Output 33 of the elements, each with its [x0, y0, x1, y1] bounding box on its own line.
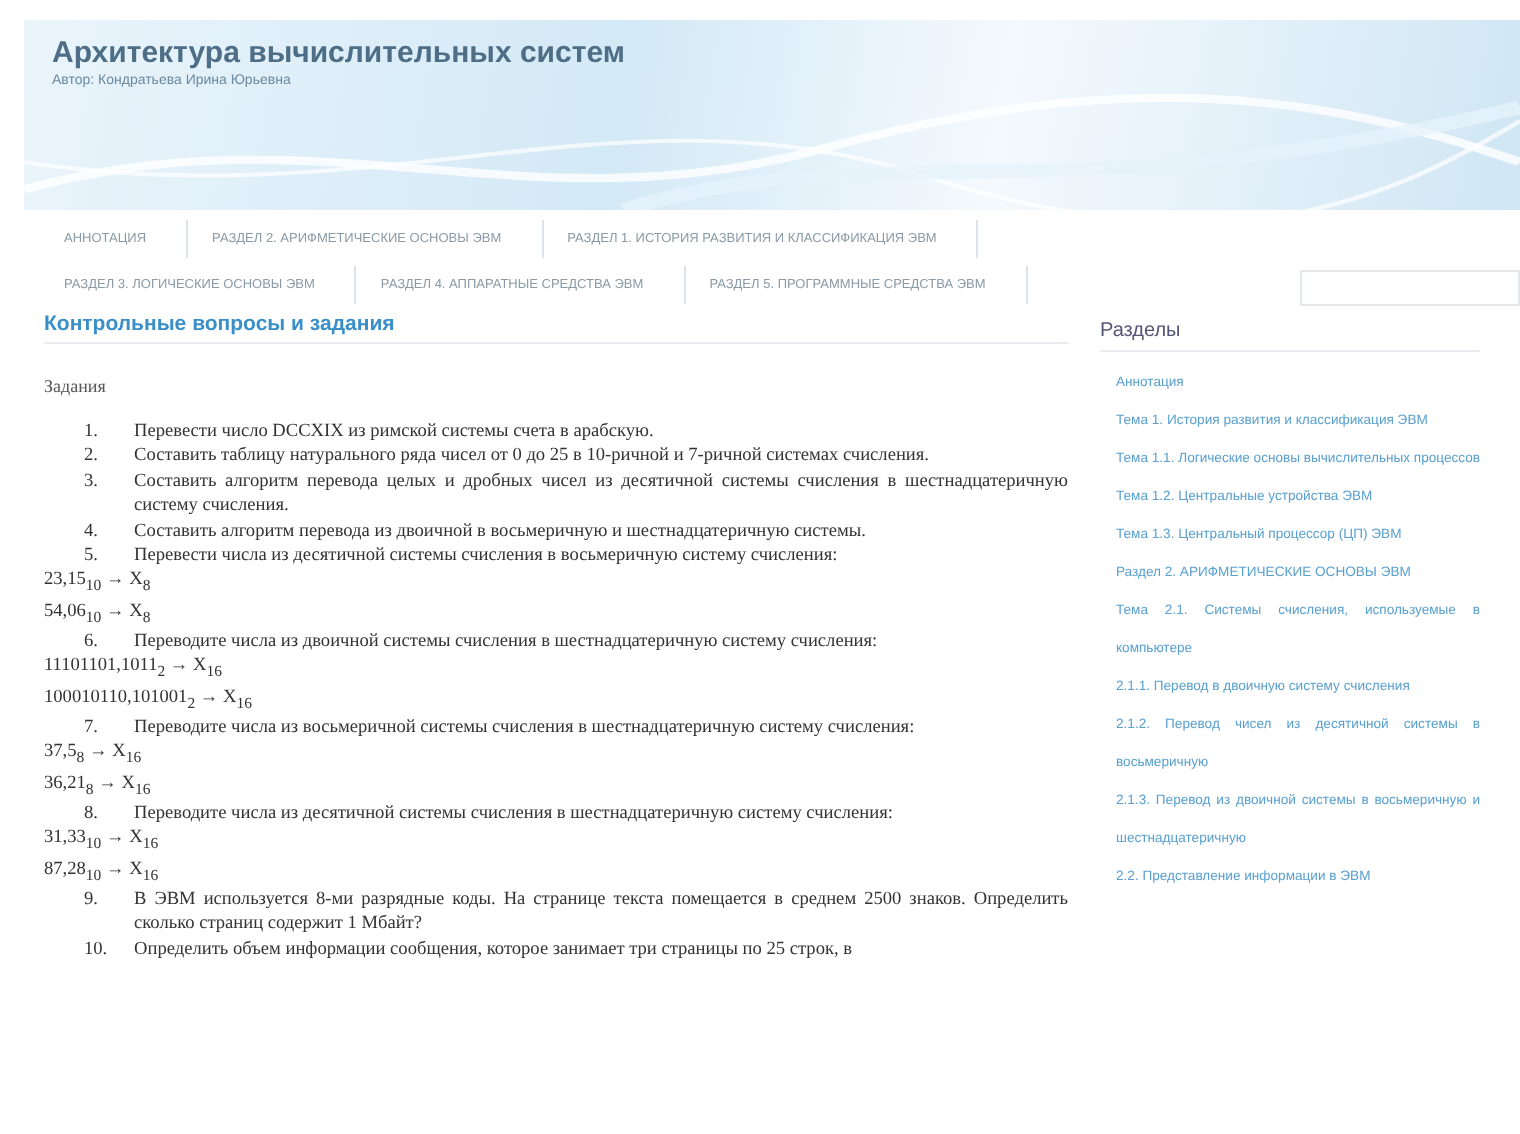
- task-text: Перевести числа из десятичной системы счисления в восьмеричную систему счисления:: [134, 544, 838, 569]
- formula-text: 11101101,1011$_{2}$ → X$_{16}$: [44, 654, 225, 685]
- formula-text: 36,21$_{8}$ → X$_{16}$: [44, 771, 153, 801]
- task-text: В ЭВМ используется 8-ми разрядные коды. На странице текста помещается в среднем 2500 знаков. Определить сколько страниц содержит 1 Мбайт?: [134, 887, 1068, 938]
- item-number: 5.: [84, 544, 100, 569]
- formula-text: 87,28$_{10}$ → X$_{16}$: [44, 857, 161, 887]
- task-text: Переводите числа из десятичной системы счисления в шестнадцатеричную систему счисления:: [134, 801, 893, 827]
- item-number: 4.: [84, 519, 100, 545]
- item-number: 6.: [84, 629, 100, 655]
- formula-text: 37,5$_{8}$ → X$_{16}$: [44, 740, 144, 771]
- section-label: Задания: [44, 376, 108, 396]
- article-title: Контрольные вопросы и задания: [44, 312, 1068, 344]
- item-number: 1.: [84, 420, 100, 445]
- task-text: Определить объем информации сообщения, которое занимает три страницы по 25 строк, в: [134, 937, 853, 962]
- item-number: 7.: [84, 715, 100, 741]
- formula-text: 23,15$_{10}$ → X$_{8}$: [44, 568, 153, 599]
- formula-text: 54,06$_{10}$ → X$_{8}$: [44, 599, 153, 630]
- task-text: Составить алгоритм перевода из двоичной в восьмеричную и шестнадцатеричную системы.: [134, 519, 866, 545]
- item-number: 2.: [84, 444, 100, 470]
- site-title: Архитектура вычислительных систем: [52, 36, 627, 70]
- task-text: Составить таблицу натурального ряда чисел от 0 до 25 в 10-ричной и 7-ричной системах счисления.: [134, 444, 929, 470]
- item-number: 3.: [84, 469, 100, 496]
- sidebar-title: Разделы: [1100, 320, 1480, 352]
- task-text: Переводите числа из восьмеричной системы счисления в шестнадцатеричную систему счисления:: [134, 715, 915, 741]
- task-text: Переводите числа из двоичной системы счисления в шестнадцатеричную систему счисления:: [134, 629, 878, 655]
- item-number: 8.: [84, 801, 100, 827]
- formula-text: 31,33$_{10}$ → X$_{16}$: [44, 826, 161, 857]
- formula-text: 100010110,101001$_{2}$ → X$_{16}$: [44, 685, 255, 715]
- search-field[interactable]: [1300, 270, 1520, 306]
- item-number: 9.: [84, 887, 100, 914]
- item-number: 10.: [84, 937, 110, 962]
- task-text: Составить алгоритм перевода целых и дробных чисел из десятичной системы счисления в шестнадцатеричную систему счисления.: [134, 469, 1068, 520]
- task-text: Перевести число DCCXIX из римской системы счета в арабскую.: [134, 420, 654, 445]
